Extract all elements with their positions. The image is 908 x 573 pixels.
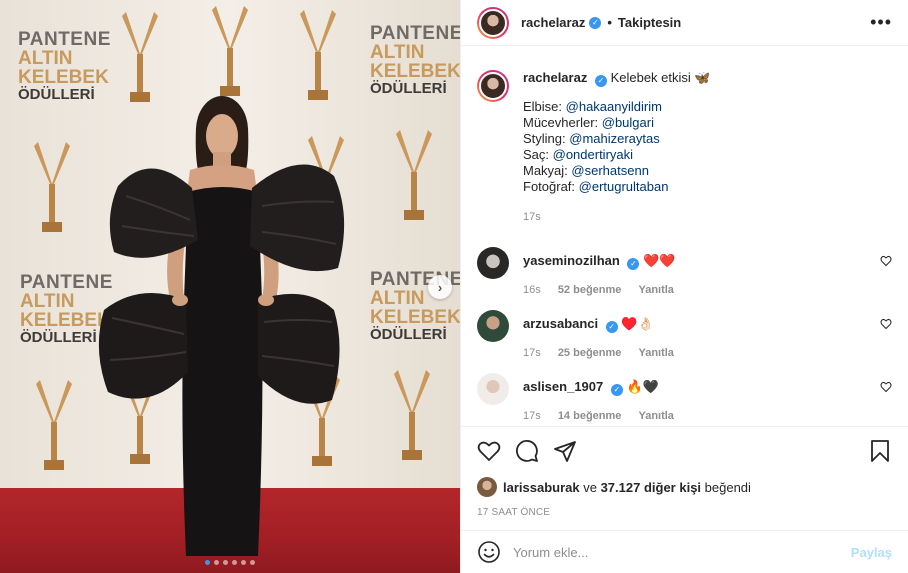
post-sidebar: rachelaraz ✓ • Takiptesin ••• rachelaraz… bbox=[460, 0, 908, 573]
comment-likes[interactable]: 52 beğenme bbox=[558, 284, 622, 296]
reply-button[interactable]: Yanıtla bbox=[638, 284, 673, 296]
comment-input[interactable] bbox=[513, 544, 851, 560]
credit-label: Styling: bbox=[523, 131, 570, 146]
comments-list[interactable]: rachelaraz ✓ Kelebek etkisi 🦋 Elbise: @h… bbox=[461, 46, 908, 426]
liker-username[interactable]: larissaburak bbox=[503, 480, 580, 495]
chevron-right-icon: › bbox=[437, 279, 443, 295]
carousel-dot bbox=[241, 560, 246, 565]
mention-link[interactable]: @mahizeraytas bbox=[569, 131, 660, 146]
verified-badge-icon: ✓ bbox=[605, 321, 618, 333]
comment-text: 🔥🖤 bbox=[626, 379, 659, 394]
commenter-avatar[interactable] bbox=[477, 373, 509, 405]
separator-dot: • bbox=[607, 15, 612, 30]
share-icon[interactable] bbox=[553, 439, 577, 463]
verified-badge-icon: ✓ bbox=[610, 384, 623, 396]
comment-likes[interactable]: 14 beğenme bbox=[558, 410, 622, 422]
carousel-dot bbox=[214, 560, 219, 565]
caption-avatar[interactable] bbox=[477, 70, 509, 102]
next-slide-button[interactable]: › bbox=[428, 275, 452, 299]
post-comment-button[interactable]: Paylaş bbox=[851, 545, 892, 560]
more-options-icon[interactable]: ••• bbox=[870, 12, 892, 33]
post-image[interactable]: PANTENE ALTIN KELEBEK ÖDÜLLERİ PANTENE A… bbox=[0, 0, 460, 573]
post-actions: larissaburak ve 37.127 diğer kişi beğend… bbox=[461, 426, 908, 518]
comment-item: aslisen_1907 ✓ 🔥🖤 17s 14 beğenme Yanıtla bbox=[477, 373, 892, 422]
liker-avatar[interactable] bbox=[477, 477, 497, 497]
post-timestamp[interactable]: 17 SAAT ÖNCE bbox=[477, 507, 892, 518]
owner-username[interactable]: rachelaraz bbox=[521, 15, 585, 30]
credit-label: Makyaj: bbox=[523, 163, 572, 178]
carousel-dot bbox=[223, 560, 228, 565]
caption-credits: Elbise: @hakaanyildirim Mücevherler: @bu… bbox=[523, 99, 892, 195]
bookmark-icon[interactable] bbox=[868, 439, 892, 463]
reply-button[interactable]: Yanıtla bbox=[638, 347, 673, 359]
carousel-dot bbox=[250, 560, 255, 565]
comment-age[interactable]: 16s bbox=[523, 284, 541, 296]
mention-link[interactable]: @ertugrultaban bbox=[579, 179, 669, 194]
mention-link[interactable]: @ondertiryaki bbox=[553, 147, 633, 162]
credit-label: Mücevherler: bbox=[523, 115, 602, 130]
comment-meta: 17s 14 beğenme Yanıtla bbox=[523, 410, 892, 422]
post-caption: rachelaraz ✓ Kelebek etkisi 🦋 Elbise: @h… bbox=[477, 46, 892, 225]
commenter-username[interactable]: arzusabanci bbox=[523, 316, 598, 331]
comment-meta: 16s 52 beğenme Yanıtla bbox=[523, 284, 892, 296]
owner-avatar[interactable] bbox=[477, 6, 509, 39]
commenter-avatar[interactable] bbox=[477, 247, 509, 279]
comment-body: arzusabanci ✓ ♥️👌🏻 17s 25 beğenme Yanıtl… bbox=[523, 310, 892, 359]
comment-text: ♥️👌🏻 bbox=[621, 316, 654, 331]
likes-summary: larissaburak ve 37.127 diğer kişi beğend… bbox=[477, 477, 892, 497]
comment-body: yaseminozilhan ✓ ❤️❤️ 16s 52 beğenme Yan… bbox=[523, 247, 892, 296]
woman-in-black-gown bbox=[98, 96, 345, 556]
post-header: rachelaraz ✓ • Takiptesin ••• bbox=[461, 0, 908, 46]
caption-age[interactable]: 17s bbox=[523, 211, 541, 223]
reply-button[interactable]: Yanıtla bbox=[638, 410, 673, 422]
comment-body: aslisen_1907 ✓ 🔥🖤 17s 14 beğenme Yanıtla bbox=[523, 373, 892, 422]
caption-meta: 17s bbox=[523, 209, 892, 225]
comment-text: ❤️❤️ bbox=[643, 253, 676, 268]
heart-icon[interactable] bbox=[477, 439, 501, 463]
emoji-icon[interactable] bbox=[477, 540, 501, 564]
comment-like-icon[interactable] bbox=[880, 255, 892, 267]
comment-like-icon[interactable] bbox=[880, 318, 892, 330]
credit-line: Fotoğraf: @ertugrultaban bbox=[523, 179, 892, 195]
commenter-avatar[interactable] bbox=[477, 310, 509, 342]
comment-item: yaseminozilhan ✓ ❤️❤️ 16s 52 beğenme Yan… bbox=[477, 247, 892, 296]
caption-username[interactable]: rachelaraz bbox=[523, 70, 587, 85]
likes-text: larissaburak ve 37.127 diğer kişi beğend… bbox=[503, 480, 751, 495]
action-icons bbox=[477, 435, 892, 467]
credit-line: Mücevherler: @bulgari bbox=[523, 115, 892, 131]
credit-label: Fotoğraf: bbox=[523, 179, 579, 194]
credit-line: Elbise: @hakaanyildirim bbox=[523, 99, 892, 115]
comment-composer: Paylaş bbox=[461, 530, 908, 573]
verified-badge-icon: ✓ bbox=[589, 16, 602, 29]
credit-line: Styling: @mahizeraytas bbox=[523, 131, 892, 147]
mention-link[interactable]: @bulgari bbox=[602, 115, 654, 130]
carousel-indicator bbox=[0, 560, 460, 565]
comment-age[interactable]: 17s bbox=[523, 410, 541, 422]
mention-link[interactable]: @serhatsenn bbox=[571, 163, 649, 178]
likes-count[interactable]: 37.127 diğer kişi bbox=[601, 480, 701, 495]
verified-badge-icon: ✓ bbox=[594, 75, 607, 87]
credit-line: Makyaj: @serhatsenn bbox=[523, 163, 892, 179]
caption-text: Kelebek etkisi 🦋 bbox=[610, 70, 711, 85]
comment-like-icon[interactable] bbox=[880, 381, 892, 393]
credit-label: Saç: bbox=[523, 147, 553, 162]
credit-label: Elbise: bbox=[523, 99, 566, 114]
comment-item: arzusabanci ✓ ♥️👌🏻 17s 25 beğenme Yanıtl… bbox=[477, 310, 892, 359]
comment-age[interactable]: 17s bbox=[523, 347, 541, 359]
carousel-dot bbox=[232, 560, 237, 565]
verified-badge-icon: ✓ bbox=[627, 258, 640, 270]
follow-status-button[interactable]: Takiptesin bbox=[618, 15, 681, 30]
comment-icon[interactable] bbox=[515, 439, 539, 463]
caption-body: rachelaraz ✓ Kelebek etkisi 🦋 Elbise: @h… bbox=[523, 70, 892, 225]
credit-line: Saç: @ondertiryaki bbox=[523, 147, 892, 163]
commenter-username[interactable]: yaseminozilhan bbox=[523, 253, 620, 268]
commenter-username[interactable]: aslisen_1907 bbox=[523, 379, 603, 394]
comment-meta: 17s 25 beğenme Yanıtla bbox=[523, 347, 892, 359]
comment-likes[interactable]: 25 beğenme bbox=[558, 347, 622, 359]
likes-suffix: beğendi bbox=[701, 479, 751, 495]
likes-conjunction: ve bbox=[579, 479, 601, 495]
mention-link[interactable]: @hakaanyildirim bbox=[566, 99, 662, 114]
carousel-dot-active bbox=[205, 560, 210, 565]
